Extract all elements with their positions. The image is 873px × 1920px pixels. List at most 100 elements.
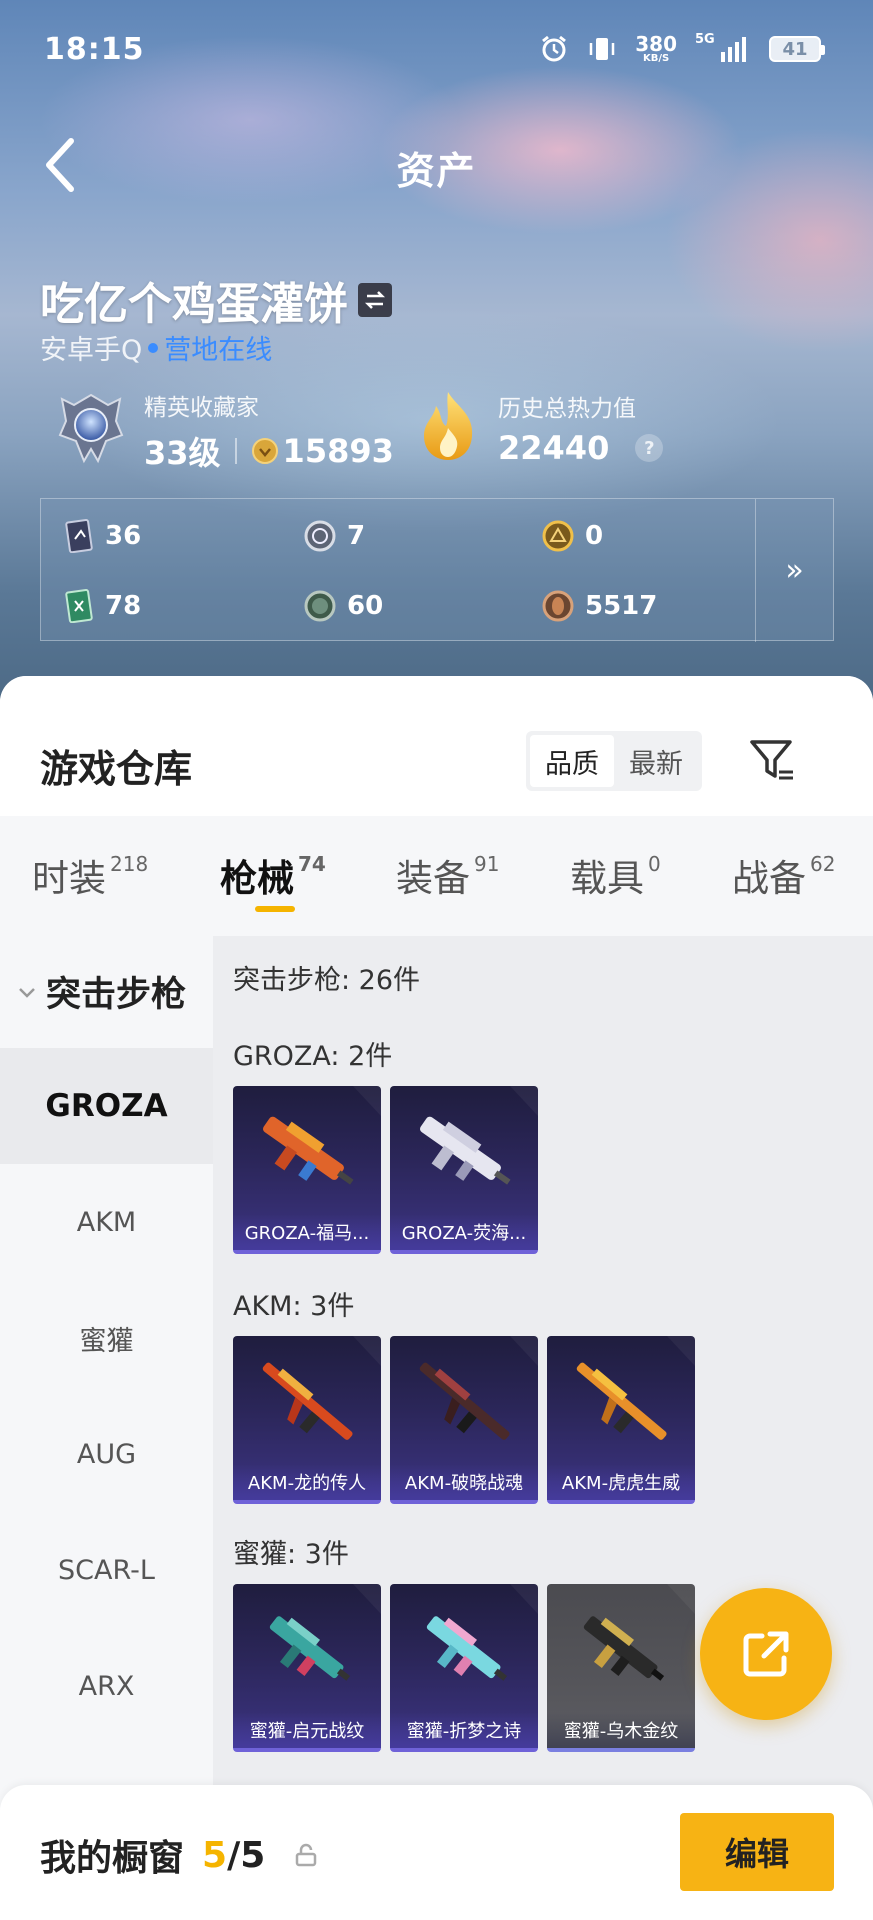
heat-label: 历史总热力值 [498,396,636,422]
external-link-icon [743,1631,789,1677]
tab-vehicles[interactable]: 载具 0 [570,848,661,902]
tab-count: 74 [298,852,326,876]
battery-level: 41 [782,38,808,60]
side-nav-item-scar-l[interactable]: SCAR-L [0,1512,213,1628]
group-label-honey-badger: 蜜獾: 3件 [233,1539,349,1570]
skin-card[interactable]: 蜜獾-折梦之诗 [390,1584,538,1752]
count-value: 0 [585,521,604,551]
rifle-icon [263,1116,354,1185]
alarm-icon [539,34,569,64]
net-speed-icon: 380 KB/S [635,34,677,64]
showcase-current: 5 [202,1834,228,1876]
tab-count: 0 [648,852,661,876]
tab-label: 时装 [32,857,106,900]
skin-card[interactable]: 蜜獾-乌木金纹 [547,1584,695,1752]
collector-coins: 15893 [251,432,394,470]
collector-level: 33级 [144,434,221,472]
page-title: 资产 [396,149,477,193]
tab-count: 62 [810,852,836,876]
warehouse-header: 游戏仓库 品质 最新 [0,676,873,816]
asset-counts-grid: 36 7 0 78 60 5517 [41,499,757,642]
coin-icon [251,438,278,464]
skin-card[interactable]: AKM-破晓战魂 [390,1336,538,1504]
count-value: 36 [105,521,142,551]
tab-outfits[interactable]: 时装 218 [32,848,148,902]
skin-card-label: 蜜獾-乌木金纹 [547,1712,695,1748]
skin-card[interactable]: AKM-龙的传人 [233,1336,381,1504]
tab-weapons[interactable]: 枪械 74 [220,848,326,902]
net-speed-value: 380 [635,32,677,56]
sort-option-quality[interactable]: 品质 [530,735,614,787]
signal-label: 5G [695,32,715,47]
count-item[interactable]: 5517 [541,589,657,623]
side-nav-group-header[interactable]: 突击步枪 [16,966,186,1017]
side-nav-item-aug[interactable]: AUG [0,1396,213,1512]
side-nav-item-groza[interactable]: GROZA [0,1048,213,1164]
tab-count: 218 [110,852,149,876]
side-nav-group-label: 突击步枪 [46,975,187,1015]
status-time: 18:15 [44,32,145,67]
tab-equipment[interactable]: 装备 91 [396,848,499,902]
skin-card-label: 蜜獾-折梦之诗 [390,1712,538,1748]
skin-card[interactable]: GROZA-福马... [233,1086,381,1254]
hero-background: 18:15 380 KB/S 5G 41 资产 吃亿个鸡蛋灌饼 安卓手Q 营地在… [0,0,873,700]
count-item[interactable]: 0 [541,519,603,553]
skin-card[interactable]: GROZA-荧海... [390,1086,538,1254]
skin-card[interactable]: 蜜獾-启元战纹 [233,1584,381,1752]
user-subtitle: 安卓手Q 营地在线 [40,328,272,367]
heat-value: 22440 [498,429,610,467]
switch-account-button[interactable] [358,283,392,317]
status-bar: 18:15 380 KB/S 5G 41 [0,0,873,100]
skin-card-label: GROZA-荧海... [390,1214,538,1250]
share-button[interactable] [700,1588,832,1720]
category-tabs: 时装 218 枪械 74 装备 91 载具 0 战备 62 [0,816,873,936]
tab-count: 91 [474,852,500,876]
token-green-icon [304,590,336,622]
swap-icon [364,291,386,309]
online-status: 营地在线 [164,335,273,366]
tab-label: 枪械 [220,857,294,900]
medal-silver-icon [304,520,336,552]
user-name: 吃亿个鸡蛋灌饼 [40,268,392,332]
rifle-icon [262,1362,353,1440]
user-name-text: 吃亿个鸡蛋灌饼 [40,279,348,330]
edit-button[interactable]: 编辑 [680,1813,834,1891]
count-item[interactable]: 60 [303,589,383,623]
count-item[interactable]: 36 [65,519,141,553]
counts-more-button[interactable]: » [755,499,833,642]
signal-icon: 5G [695,32,751,64]
rifle-icon [583,1616,665,1681]
help-icon[interactable]: ? [635,434,664,462]
heat-stat[interactable]: 历史总热力值 22440 ? [416,388,664,468]
tab-label: 装备 [396,857,470,900]
tab-label: 载具 [570,857,644,900]
category-summary: 突击步枪: 26件 [233,965,421,996]
skin-card-label: AKM-虎虎生威 [547,1464,695,1500]
count-item[interactable]: 7 [303,519,365,553]
skin-card-label: AKM-龙的传人 [233,1464,381,1500]
status-icons: 380 KB/S 5G 41 [539,32,825,64]
chevron-down-icon [19,987,35,998]
skin-card[interactable]: AKM-虎虎生威 [547,1336,695,1504]
rifle-icon [420,1116,511,1185]
group-label-akm: AKM: 3件 [233,1291,355,1322]
count-item[interactable]: 78 [65,589,141,623]
sort-toggle: 品质 最新 [526,731,702,791]
asset-counts-panel: 36 7 0 78 60 5517 » [40,498,834,642]
online-dot [148,342,159,353]
collector-stat[interactable]: 精英收藏家 33级 15893 [56,388,394,474]
skin-card-label: AKM-破晓战魂 [390,1464,538,1500]
sort-option-latest[interactable]: 最新 [614,735,698,787]
side-nav-item-honey-badger[interactable]: 蜜獾 [0,1280,213,1396]
filter-icon [750,740,793,780]
collector-coins-value: 15893 [282,432,394,470]
count-value: 60 [347,591,384,621]
double-chevron-right-icon: » [785,553,804,588]
side-nav-item-akm[interactable]: AKM [0,1164,213,1280]
weapon-side-nav: 突击步枪 GROZA AKM 蜜獾 AUG SCAR-L ARX [0,936,213,1920]
tab-gear[interactable]: 战备 62 [732,848,835,902]
token-bronze-icon [542,590,574,622]
filter-button[interactable] [742,731,802,791]
side-nav-item-arx[interactable]: ARX [0,1628,213,1744]
group-label-groza: GROZA: 2件 [233,1041,393,1072]
